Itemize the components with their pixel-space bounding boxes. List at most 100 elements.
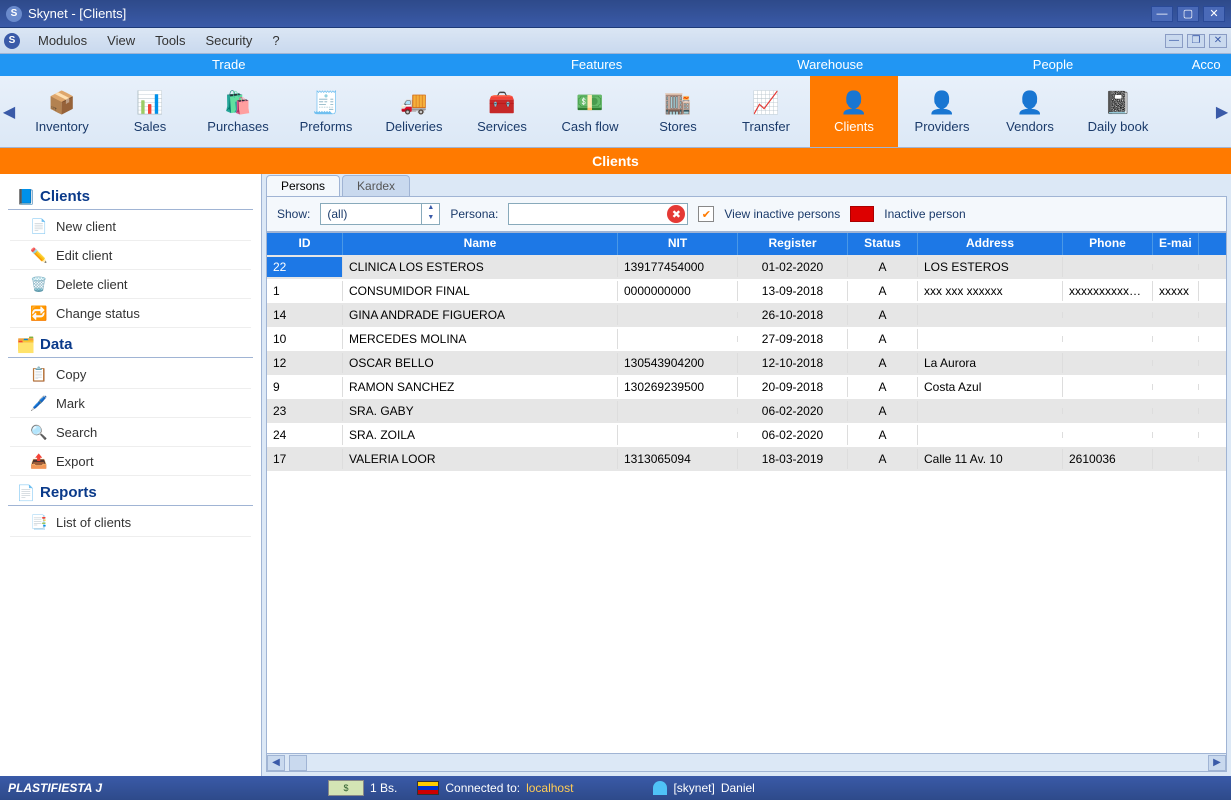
mdi-restore-button[interactable]: ❐	[1187, 34, 1205, 48]
ribbon-cash-flow[interactable]: 💵Cash flow	[546, 76, 634, 147]
ribbon-tab-acco[interactable]: Acco	[1181, 54, 1231, 76]
data-grid: ID Name NIT Register Status Address Phon…	[266, 232, 1227, 772]
ribbon-inventory[interactable]: 📦Inventory	[18, 76, 106, 147]
col-name[interactable]: Name	[343, 233, 618, 255]
sales-icon: 📊	[135, 89, 165, 117]
side-item-delete-client[interactable]: 🗑️Delete client	[10, 270, 251, 299]
cell: CONSUMIDOR FINAL	[343, 281, 618, 301]
maximize-button[interactable]: ▢	[1177, 6, 1199, 22]
cell: 1	[267, 281, 343, 301]
ribbon-deliveries[interactable]: 🚚Deliveries	[370, 76, 458, 147]
menu-view[interactable]: View	[97, 29, 145, 52]
show-combo[interactable]: (all) ▲▼	[320, 203, 440, 225]
hscroll-left[interactable]: ◀	[267, 755, 285, 771]
table-row[interactable]: 24SRA. ZOILA06-02-2020A	[267, 423, 1226, 447]
sb-host[interactable]: localhost	[526, 781, 573, 795]
ribbon-tab-warehouse[interactable]: Warehouse	[736, 54, 925, 76]
ribbon-tab-features[interactable]: Features	[457, 54, 735, 76]
ribbon: ◀ 📦Inventory📊Sales🛍️Purchases🧾Preforms🚚D…	[0, 76, 1231, 148]
daily-book-icon: 📓	[1103, 89, 1133, 117]
menu-?[interactable]: ?	[262, 29, 289, 52]
hscroll-right[interactable]: ▶	[1208, 755, 1226, 771]
cell: 27-09-2018	[738, 329, 848, 349]
side-item-export[interactable]: 📤Export	[10, 447, 251, 476]
cell	[1063, 336, 1153, 342]
minimize-button[interactable]: —	[1151, 6, 1173, 22]
col-status[interactable]: Status	[848, 233, 918, 255]
side-item-label: Delete client	[56, 277, 128, 292]
ribbon-services[interactable]: 🧰Services	[458, 76, 546, 147]
ribbon-label: Purchases	[207, 119, 268, 134]
table-row[interactable]: 9RAMON SANCHEZ13026923950020-09-2018ACos…	[267, 375, 1226, 399]
persona-input[interactable]: ✖	[508, 203, 688, 225]
clear-icon[interactable]: ✖	[667, 205, 685, 223]
cell: 17	[267, 449, 343, 469]
cell: 26-10-2018	[738, 305, 848, 325]
col-email[interactable]: E-mai	[1153, 233, 1199, 255]
show-spinner[interactable]: ▲▼	[421, 204, 439, 224]
clients-icon: 👤	[839, 89, 869, 117]
cell	[1153, 408, 1199, 414]
side-item-list-of-clients[interactable]: 📑List of clients	[10, 508, 251, 537]
cell: 139177454000	[618, 257, 738, 277]
hscroll-thumb[interactable]	[289, 755, 307, 771]
mdi-minimize-button[interactable]: —	[1165, 34, 1183, 48]
ribbon-tab-people[interactable]: People	[925, 54, 1182, 76]
grid-body[interactable]: 22CLINICA LOS ESTEROS13917745400001-02-2…	[267, 255, 1226, 753]
tab-persons[interactable]: Persons	[266, 175, 340, 196]
ribbon-label: Inventory	[35, 119, 88, 134]
side-item-search[interactable]: 🔍Search	[10, 418, 251, 447]
side-item-mark[interactable]: 🖊️Mark	[10, 389, 251, 418]
col-nit[interactable]: NIT	[618, 233, 738, 255]
table-row[interactable]: 23SRA. GABY06-02-2020A	[267, 399, 1226, 423]
cell	[1153, 336, 1199, 342]
data-group-icon: 🗂️	[18, 337, 34, 353]
inactive-swatch	[850, 206, 874, 222]
tab-kardex[interactable]: Kardex	[342, 175, 410, 196]
cell: CLINICA LOS ESTEROS	[343, 257, 618, 277]
mdi-close-button[interactable]: ✕	[1209, 34, 1227, 48]
ribbon-transfer[interactable]: 📈Transfer	[722, 76, 810, 147]
col-phone[interactable]: Phone	[1063, 233, 1153, 255]
cash-flow-icon: 💵	[575, 89, 605, 117]
cell: SRA. ZOILA	[343, 425, 618, 445]
side-item-label: New client	[56, 219, 116, 234]
ribbon-sales[interactable]: 📊Sales	[106, 76, 194, 147]
cell	[618, 336, 738, 342]
side-item-new-client[interactable]: 📄New client	[10, 212, 251, 241]
ribbon-providers[interactable]: 👤Providers	[898, 76, 986, 147]
table-row[interactable]: 10MERCEDES MOLINA27-09-2018A	[267, 327, 1226, 351]
side-item-edit-client[interactable]: ✏️Edit client	[10, 241, 251, 270]
ribbon-vendors[interactable]: 👤Vendors	[986, 76, 1074, 147]
table-row[interactable]: 22CLINICA LOS ESTEROS13917745400001-02-2…	[267, 255, 1226, 279]
ribbon-preforms[interactable]: 🧾Preforms	[282, 76, 370, 147]
side-item-change-status[interactable]: 🔁Change status	[10, 299, 251, 328]
col-register[interactable]: Register	[738, 233, 848, 255]
menu-modulos[interactable]: Modulos	[28, 29, 97, 52]
ribbon-stores[interactable]: 🏬Stores	[634, 76, 722, 147]
grid-hscroll[interactable]: ◀ ▶	[267, 753, 1226, 771]
table-row[interactable]: 12OSCAR BELLO13054390420012-10-2018ALa A…	[267, 351, 1226, 375]
table-row[interactable]: 14GINA ANDRADE FIGUEROA26-10-2018A	[267, 303, 1226, 327]
side-item-copy[interactable]: 📋Copy	[10, 360, 251, 389]
cell: 24	[267, 425, 343, 445]
table-row[interactable]: 17VALERIA LOOR131306509418-03-2019ACalle…	[267, 447, 1226, 471]
close-button[interactable]: ✕	[1203, 6, 1225, 22]
side-group-title: Clients	[40, 188, 90, 205]
grid-header: ID Name NIT Register Status Address Phon…	[267, 233, 1226, 255]
ribbon-tab-trade[interactable]: Trade	[0, 54, 457, 76]
col-id[interactable]: ID	[267, 233, 343, 255]
statusbar: PLASTIFIESTA J $ 1 Bs. Connected to: loc…	[0, 776, 1231, 800]
section-title: Clients	[0, 148, 1231, 174]
view-inactive-checkbox[interactable]: ✔	[698, 206, 714, 222]
ribbon-scroll-right[interactable]: ▶	[1213, 76, 1231, 147]
col-address[interactable]: Address	[918, 233, 1063, 255]
menu-tools[interactable]: Tools	[145, 29, 195, 52]
ribbon-daily-book[interactable]: 📓Daily book	[1074, 76, 1162, 147]
ribbon-purchases[interactable]: 🛍️Purchases	[194, 76, 282, 147]
ribbon-clients[interactable]: 👤Clients	[810, 76, 898, 147]
ribbon-scroll-left[interactable]: ◀	[0, 76, 18, 147]
table-row[interactable]: 1CONSUMIDOR FINAL000000000013-09-2018Axx…	[267, 279, 1226, 303]
cell	[1063, 360, 1153, 366]
menu-security[interactable]: Security	[195, 29, 262, 52]
